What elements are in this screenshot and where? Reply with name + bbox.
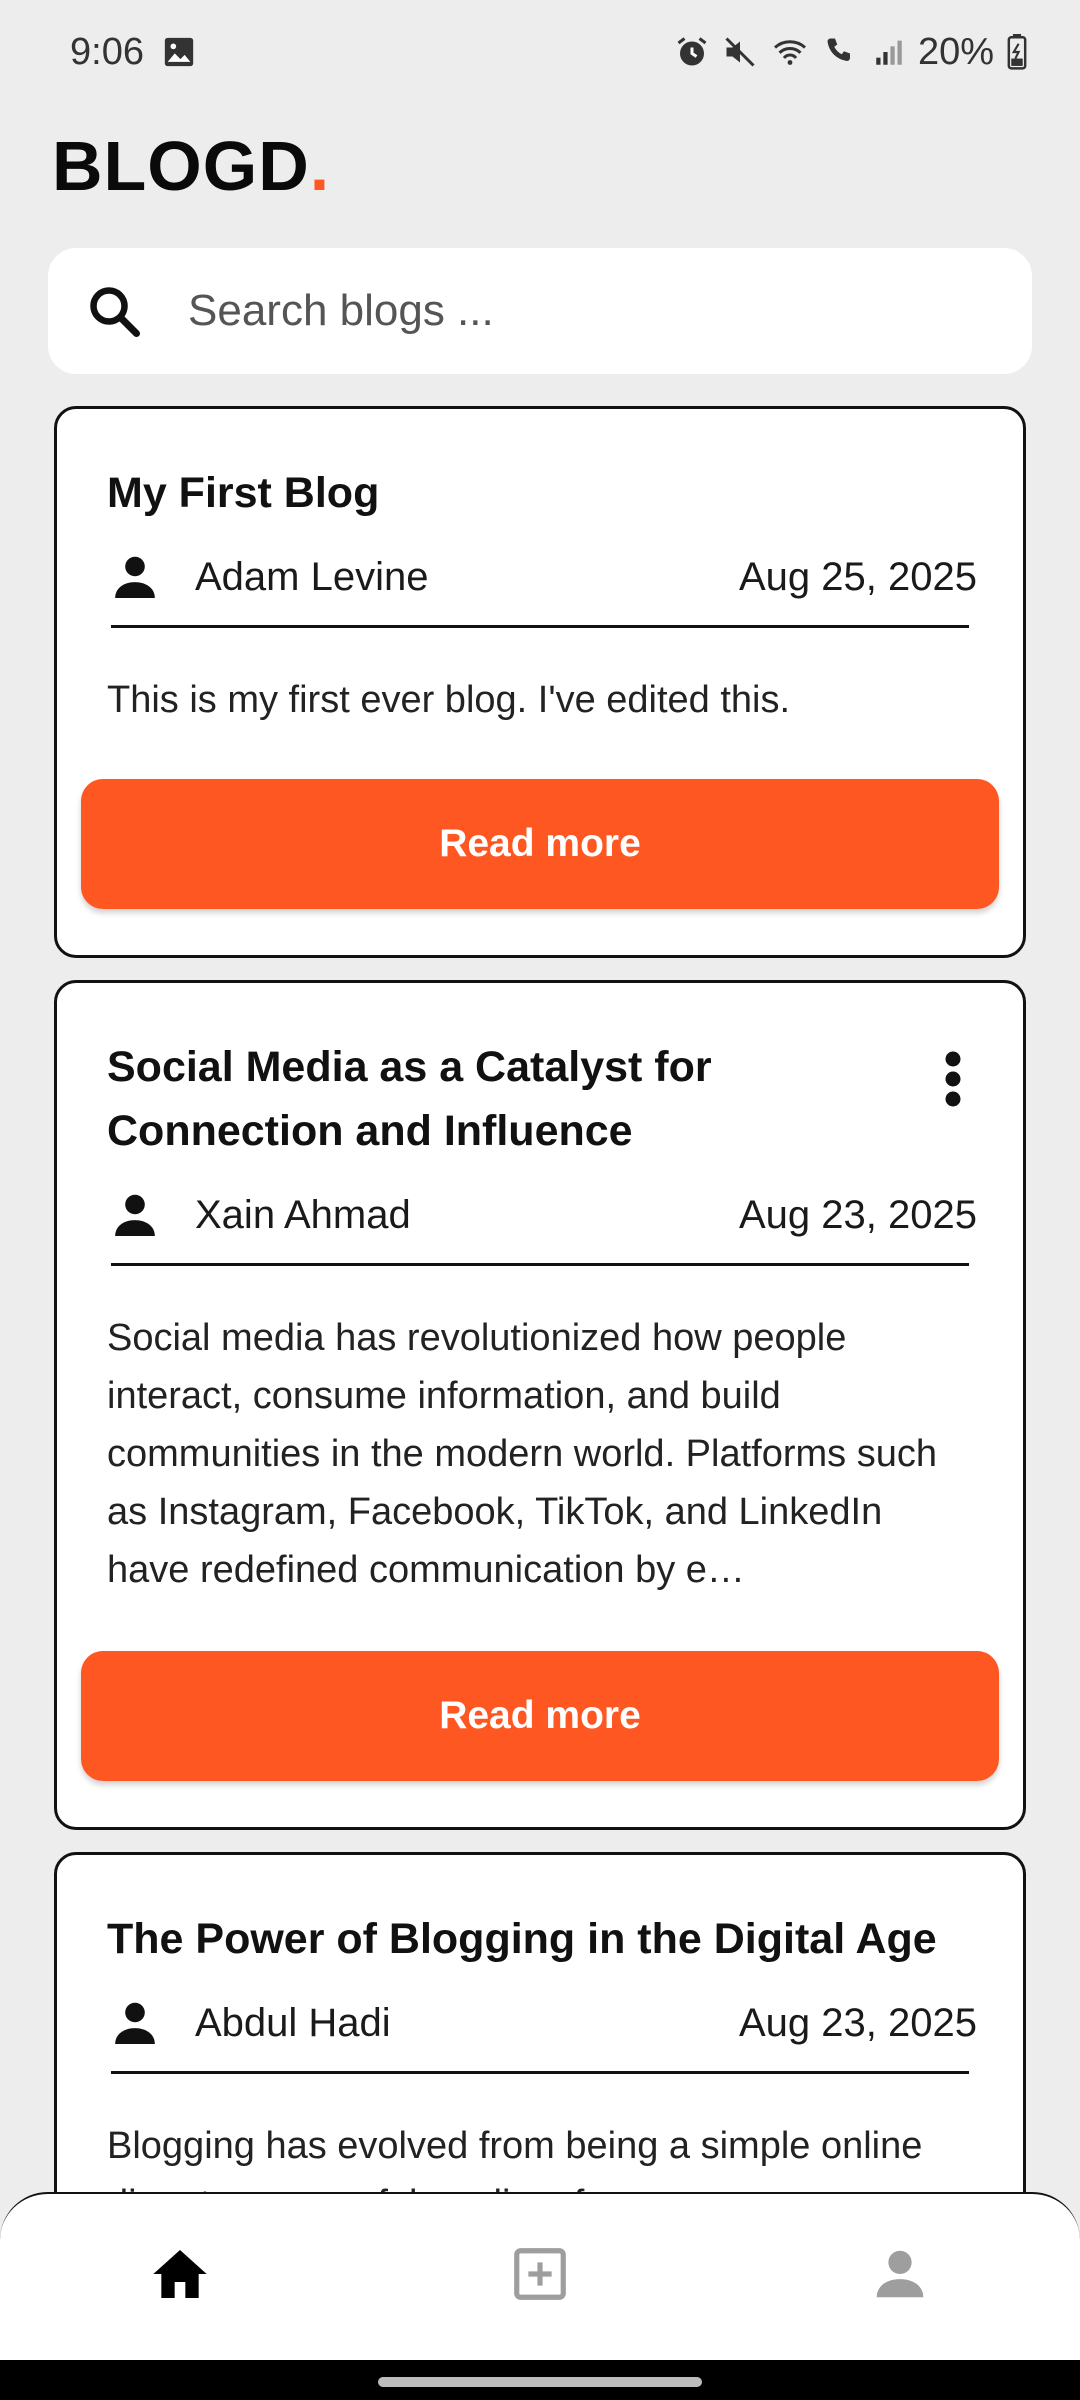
blog-author: Adam Levine: [195, 554, 429, 599]
app-title-text: BLOGD: [52, 127, 310, 205]
blog-meta: Xain Ahmad Aug 23, 2025: [107, 1185, 977, 1245]
alarm-icon: [674, 34, 710, 70]
profile-icon: [876, 2250, 924, 2298]
blog-title[interactable]: My First Blog: [107, 461, 379, 525]
blog-title[interactable]: The Power of Blogging in the Digital Age: [107, 1907, 937, 1971]
more-options-icon[interactable]: [941, 1049, 965, 1109]
status-bar: 9:06 20%: [0, 0, 1080, 104]
blog-excerpt: This is my first ever blog. I've edited …: [107, 679, 791, 721]
status-time: 9:06: [70, 30, 144, 73]
blog-meta: Abdul Hadi Aug 23, 2025: [107, 1993, 977, 2053]
search-input[interactable]: [186, 285, 946, 337]
system-gesture-bar: [0, 2360, 1080, 2400]
divider: [111, 625, 969, 628]
nav-add-post[interactable]: [500, 2234, 580, 2314]
search-bar[interactable]: [48, 248, 1032, 374]
blog-author: Abdul Hadi: [195, 2000, 391, 2045]
blog-card[interactable]: My First Blog Adam Levine Aug 25, 2025 T…: [54, 406, 1026, 958]
blog-date: Aug 23, 2025: [739, 1192, 977, 1237]
wifi-icon: [770, 34, 810, 70]
screen: 9:06 20% BLOGD. Search blogs ... My Firs…: [0, 0, 1080, 2400]
gallery-notification-icon: [162, 35, 196, 69]
read-more-button[interactable]: Read more: [81, 1651, 999, 1781]
nav-profile[interactable]: [860, 2234, 940, 2314]
blog-date: Aug 25, 2025: [739, 554, 977, 599]
home-icon: [153, 2250, 207, 2298]
blog-excerpt: Social media has revolutionized how peop…: [107, 1317, 937, 1591]
person-icon: [115, 2002, 155, 2044]
search-icon: [90, 287, 140, 337]
blog-date: Aug 23, 2025: [739, 2000, 977, 2045]
signal-icon: [872, 35, 906, 69]
nav-home[interactable]: [140, 2234, 220, 2314]
battery-percent: 20%: [917, 30, 994, 73]
home-gesture-handle[interactable]: [378, 2377, 702, 2387]
app-title: BLOGD.: [52, 126, 330, 206]
blog-meta: Adam Levine Aug 25, 2025: [107, 547, 977, 607]
blog-title[interactable]: Social Media as a Catalyst for Connectio…: [107, 1035, 827, 1163]
mute-icon: [722, 34, 758, 70]
person-icon: [115, 1194, 155, 1236]
blog-author: Xain Ahmad: [195, 1192, 411, 1237]
add-post-icon: [514, 2248, 566, 2300]
wifi-calling-icon: [822, 34, 860, 70]
app-title-dot: .: [309, 127, 331, 205]
read-more-button[interactable]: Read more: [81, 779, 999, 909]
divider: [111, 1263, 969, 1266]
battery-icon: [1006, 34, 1028, 70]
person-icon: [115, 556, 155, 598]
divider: [111, 2071, 969, 2074]
blog-card[interactable]: Social Media as a Catalyst for Connectio…: [54, 980, 1026, 1830]
bottom-navigation: [0, 2192, 1080, 2360]
